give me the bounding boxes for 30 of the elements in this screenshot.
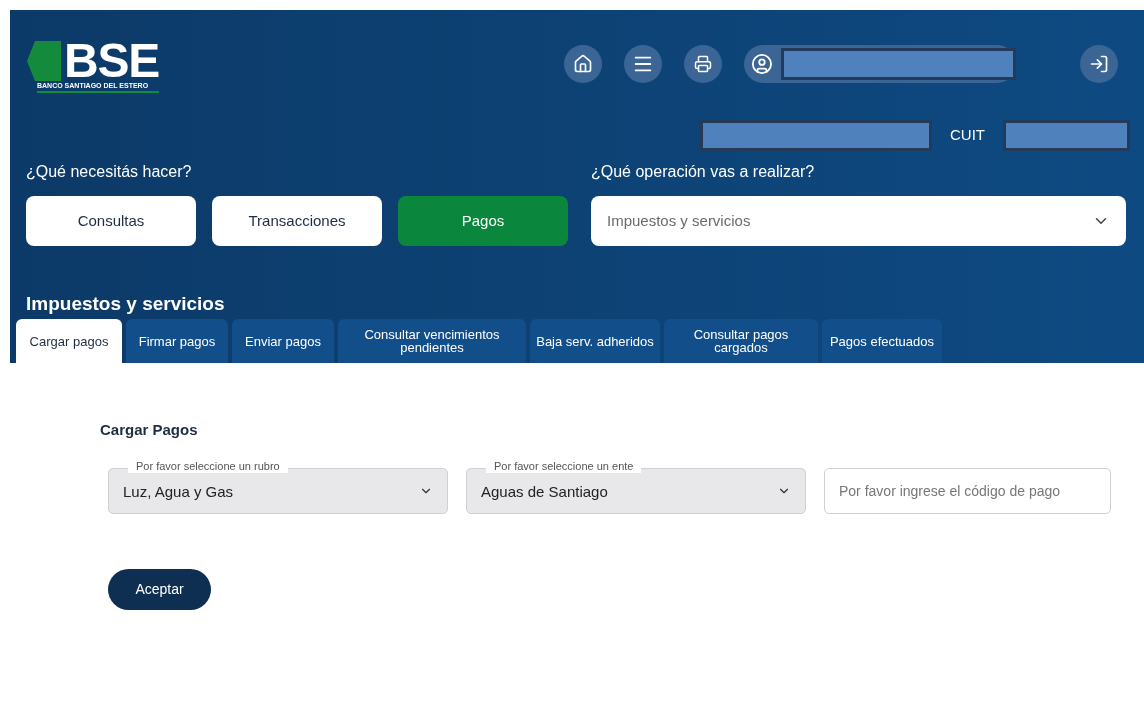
menu-icon[interactable] — [624, 45, 662, 83]
tab[interactable]: Firmar pagos — [126, 319, 228, 363]
form-title: Cargar Pagos — [100, 421, 198, 438]
printer-icon[interactable] — [684, 45, 722, 83]
logout-icon[interactable] — [1080, 45, 1118, 83]
user-pill[interactable] — [744, 45, 1016, 83]
logo-letters: BSE — [64, 40, 160, 81]
operation-prompt: ¿Qué operación vas a realizar? — [591, 162, 816, 182]
select-value: Luz, Agua y Gas — [123, 481, 234, 502]
accept-button[interactable]: Aceptar — [108, 569, 211, 610]
category-button[interactable]: Pagos — [398, 196, 568, 246]
tab[interactable]: Consultar vencimientos pendientes — [338, 319, 526, 363]
section-prompt: ¿Qué necesitás hacer? — [26, 162, 193, 182]
tab[interactable]: Enviar pagos — [232, 319, 334, 363]
tab[interactable]: Cargar pagos — [16, 319, 122, 363]
section-title: Impuestos y servicios — [25, 293, 226, 315]
category-button[interactable]: Consultas — [26, 196, 196, 246]
payment-code-field[interactable]: Por favor ingrese el código de pago — [824, 468, 1111, 514]
field-label: Por favor seleccione un rubro — [128, 459, 288, 473]
logo-arrow-icon — [27, 40, 61, 81]
select-value: Aguas de Santiago — [481, 481, 608, 502]
tab[interactable]: Consultar pagos cargados — [664, 319, 818, 363]
field-label: Por favor seleccione un ente — [486, 459, 642, 473]
tab[interactable]: Baja serv. adheridos — [530, 319, 660, 363]
user-icon — [751, 53, 773, 75]
home-icon[interactable] — [564, 45, 602, 83]
operation-dropdown[interactable]: Impuestos y servicios — [591, 196, 1126, 246]
category-button[interactable]: Transacciones — [212, 196, 382, 246]
cuit-label: CUIT — [950, 124, 985, 145]
tab[interactable]: Pagos efectuados — [822, 319, 942, 363]
